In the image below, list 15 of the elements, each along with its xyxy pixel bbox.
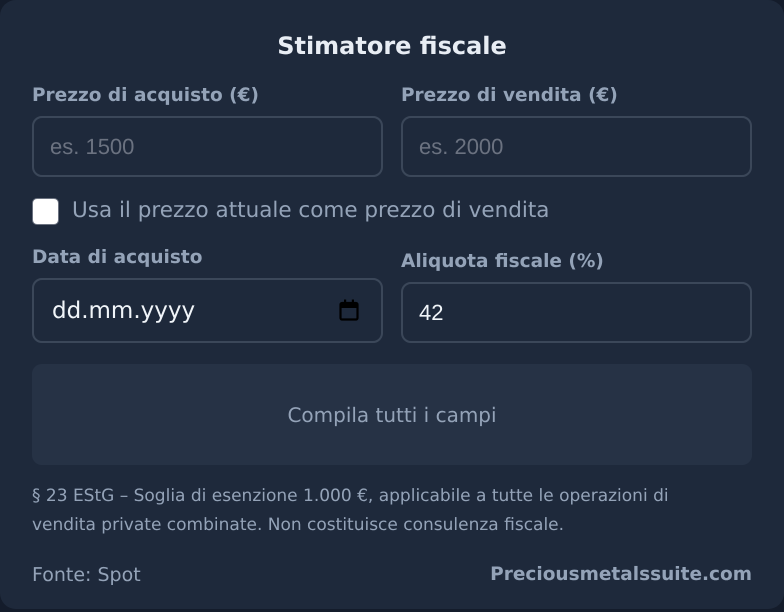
input-field[interactable]: es. 1500 [32, 116, 383, 177]
result-message: Compila tutti i campi [287, 402, 497, 426]
field-label: Prezzo di acquisto (€) [32, 85, 260, 107]
disclaimer-text: § 23 EStG – Soglia di esenzione 1.000 €, applicabile a tutte le operazioni di vendita private combinate. Non costituisce consulenza fiscale. [32, 485, 670, 537]
checkbox-label: Usa il prezzo attuale come prezzo di vendita [72, 197, 550, 225]
field-label: Prezzo di vendita (€) [401, 85, 619, 107]
field-label: Aliquota fiscale (%) [401, 251, 605, 273]
source-text: Fonte: Spot [32, 563, 141, 588]
checkbox[interactable] [32, 198, 59, 224]
input-field[interactable]: es. 2000 [401, 116, 752, 177]
website-link[interactable]: Preciousmetalssuite.com [490, 562, 752, 588]
date-field[interactable]: dd.mm.yyyy [32, 278, 383, 343]
form-title: Stimatore fiscale [276, 31, 508, 62]
input-field[interactable]: 42 [401, 282, 752, 343]
field-label: Data di acquisto [32, 247, 204, 269]
